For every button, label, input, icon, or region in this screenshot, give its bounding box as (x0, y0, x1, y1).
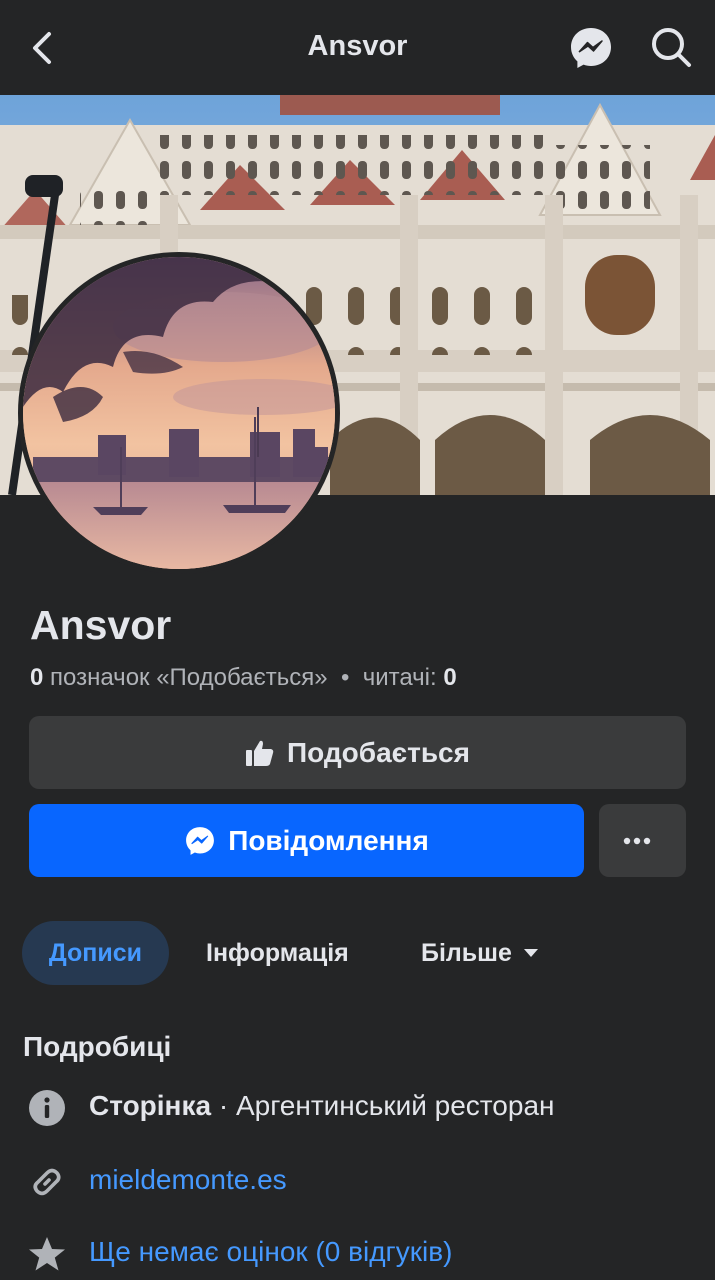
top-bar: Ansvor (0, 0, 715, 95)
detail-website[interactable]: mieldemonte.es (0, 1156, 715, 1206)
messenger-button[interactable] (568, 25, 614, 71)
thumbs-up-icon (246, 740, 274, 766)
caret-down-icon (523, 949, 538, 957)
category-value: · Аргентинський ресторан (211, 1090, 555, 1121)
tab-posts[interactable]: Дописи (22, 921, 169, 985)
message-button[interactable]: Повідомлення (29, 804, 584, 877)
star-icon (29, 1237, 65, 1271)
avatar-image (23, 257, 335, 569)
profile-avatar[interactable] (18, 252, 340, 574)
profile-name: Ansvor (30, 602, 172, 648)
category-text: Сторінка · Аргентинський ресторан (89, 1090, 555, 1122)
likes-label: позначок «Подобається» (50, 664, 328, 691)
tab-info[interactable]: Інформація (206, 921, 349, 985)
detail-rating[interactable]: Ще немає оцінок (0 відгуків) (0, 1228, 715, 1278)
tab-info-label: Інформація (206, 938, 349, 967)
category-prefix: Сторінка (89, 1090, 212, 1121)
like-button-label: Подобається (287, 736, 470, 768)
likes-count: 0 (30, 664, 44, 691)
search-button[interactable] (648, 24, 694, 70)
tab-more-label: Більше (421, 938, 512, 967)
details-title: Подробиці (23, 1031, 172, 1062)
profile-stats: 0 позначок «Подобається» • читачі: 0 (30, 664, 457, 692)
like-button[interactable]: Подобається (29, 716, 686, 789)
tab-more[interactable]: Більше (421, 921, 540, 985)
messenger-icon (186, 826, 215, 855)
message-button-label: Повідомлення (228, 824, 429, 856)
more-options-button[interactable] (599, 804, 686, 877)
more-dots-icon (623, 837, 650, 844)
messenger-icon (571, 28, 611, 68)
link-icon (33, 1168, 61, 1196)
detail-category: Сторінка · Аргентинський ресторан (0, 1082, 715, 1132)
rating-link[interactable]: Ще немає оцінок (0 відгуків) (89, 1236, 452, 1268)
info-icon (29, 1090, 65, 1126)
followers-count: 0 (443, 664, 457, 691)
search-icon (652, 28, 691, 67)
stats-separator: • (340, 664, 350, 691)
followers-label: читачі: (362, 664, 437, 691)
tab-posts-label: Дописи (48, 938, 143, 967)
website-link[interactable]: mieldemonte.es (89, 1164, 287, 1196)
